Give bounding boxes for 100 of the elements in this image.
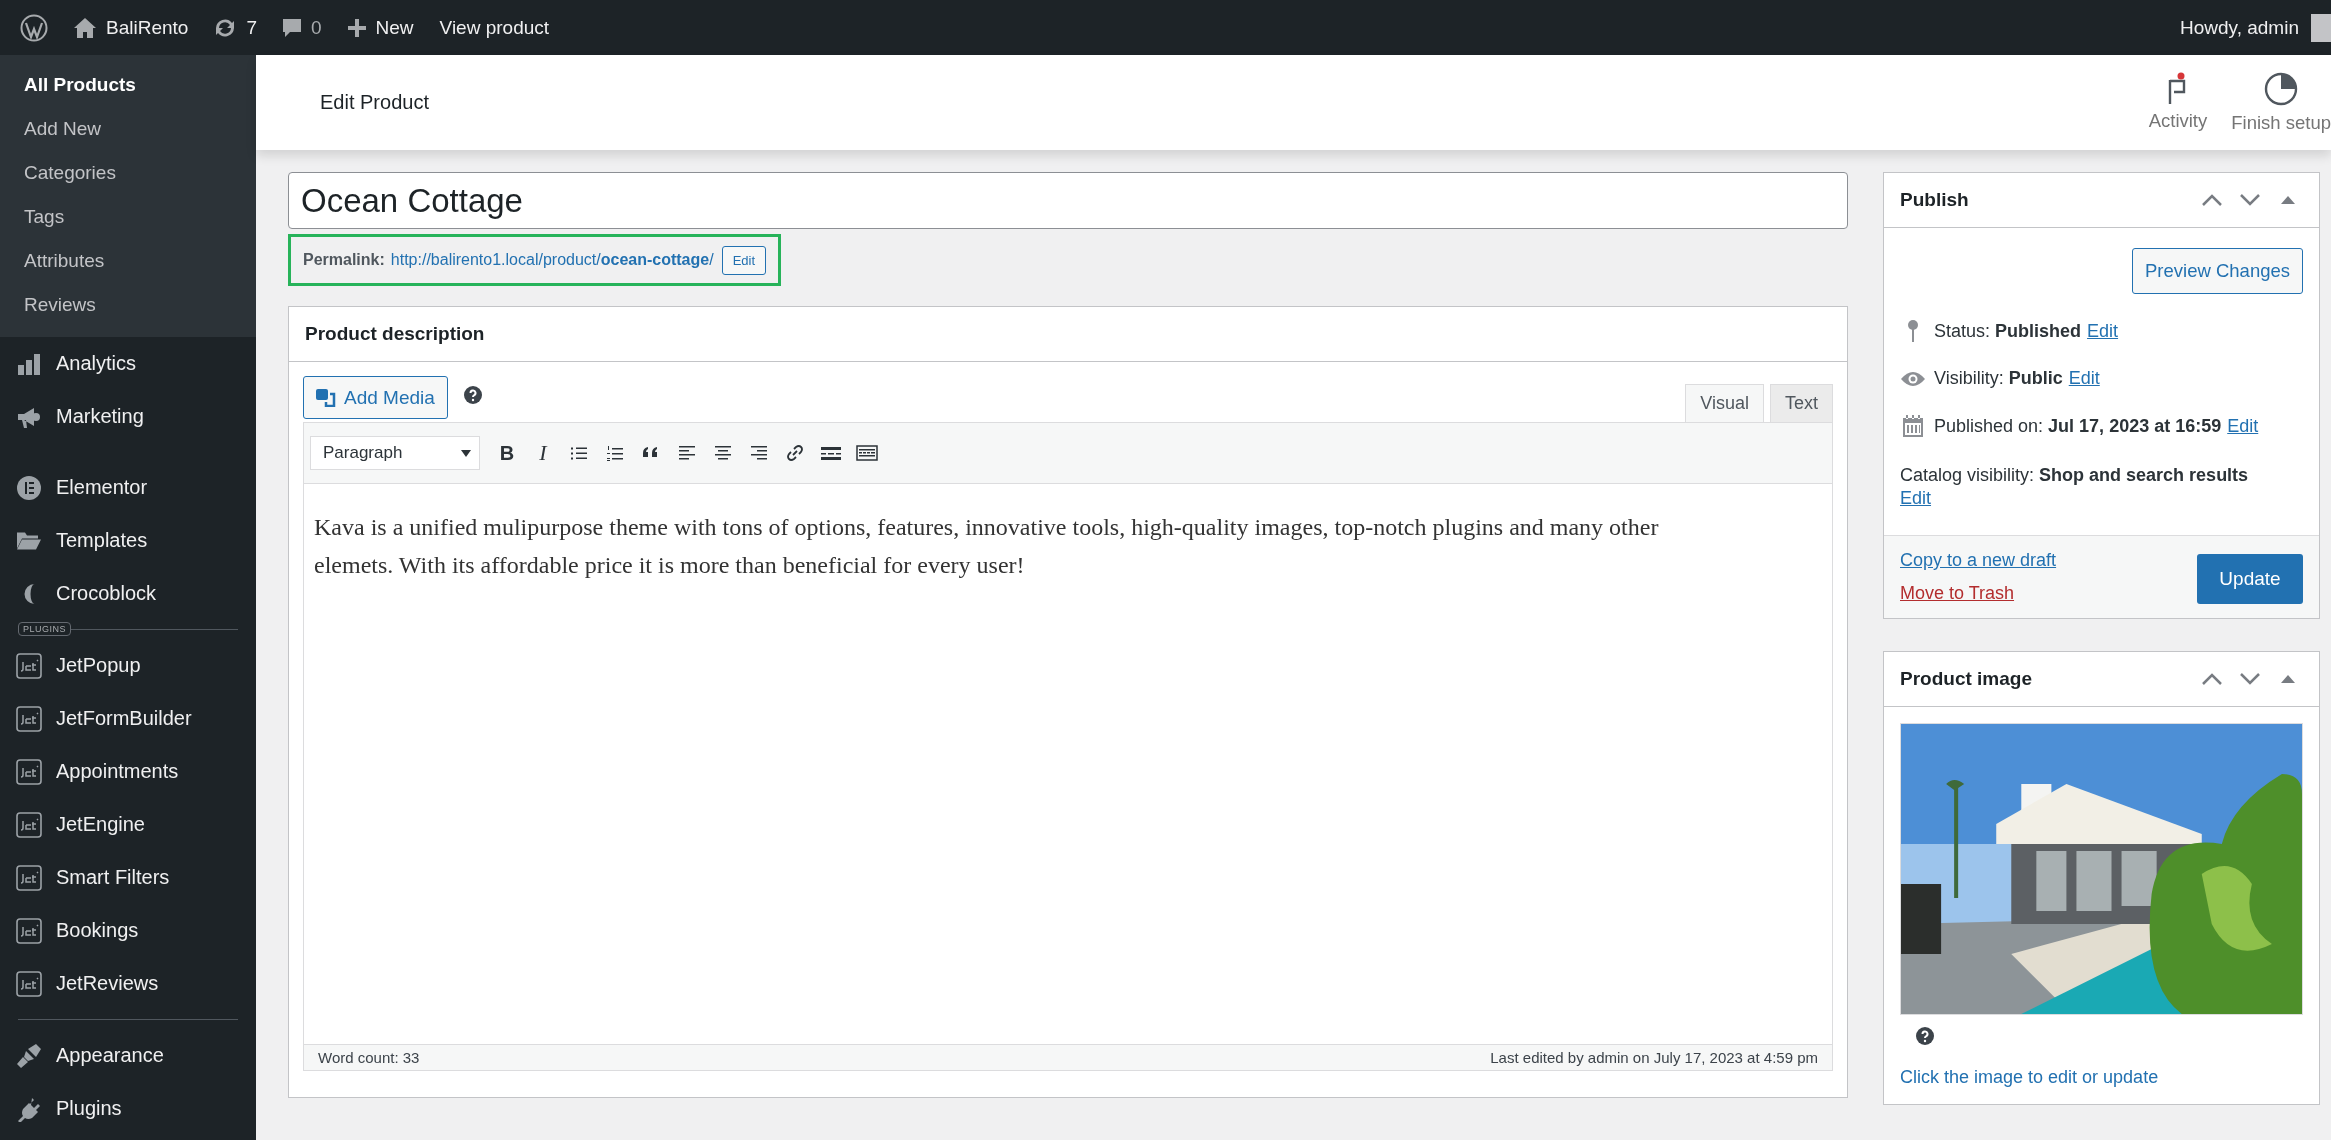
edit-link[interactable]: Edit [2227, 415, 2259, 437]
plugin-logo-icon [16, 864, 42, 891]
sidebar-item[interactable]: Plugins [0, 1082, 256, 1135]
move-to-trash-link[interactable]: Move to Trash [1900, 583, 2057, 604]
sidebar-item[interactable]: Elementor [0, 461, 256, 514]
editor-tab[interactable]: Visual [1685, 384, 1764, 422]
updates-link[interactable]: 7 [214, 16, 257, 39]
box-title: Publish [1900, 189, 1969, 211]
help-icon [463, 386, 482, 404]
link-icon [787, 445, 803, 461]
pie-chart-icon [2264, 71, 2299, 106]
title-field[interactable]: Ocean Cottage [288, 172, 1848, 229]
triangle-up-icon [2281, 675, 2295, 683]
sidebar-item[interactable]: Smart Filters [0, 851, 256, 904]
preview-changes-button[interactable]: Preview Changes [2132, 248, 2303, 294]
submenu-item[interactable]: Tags [0, 195, 256, 239]
word-count: Word count: 33 [318, 1049, 420, 1066]
publish-info-text: Catalog visibility: Shop and search results [1900, 465, 2249, 486]
flag-icon [2167, 71, 2188, 104]
format-dropdown[interactable]: Paragraph [310, 436, 480, 470]
caret-icon [461, 449, 471, 457]
sidebar-item[interactable]: JetPopup [0, 639, 256, 692]
add-media-button[interactable]: Add Media [303, 376, 448, 419]
submenu-item[interactable]: Add New [0, 107, 256, 151]
sidebar-item[interactable]: Bookings [0, 904, 256, 957]
bulleted-list-icon [571, 446, 587, 460]
triangle-up-icon [2281, 196, 2295, 204]
plugin-logo-icon [16, 652, 42, 679]
new-content-link[interactable]: New [347, 16, 414, 39]
submenu-item[interactable]: Reviews [0, 283, 256, 327]
numbered-list-icon [607, 445, 623, 461]
edit-link[interactable]: Edit [2068, 368, 2100, 389]
eye-icon [1900, 370, 1926, 387]
quote-icon [642, 447, 660, 459]
edit-link[interactable]: Edit [2087, 320, 2119, 342]
crescent-icon [22, 582, 36, 605]
plugin-logo-icon [16, 970, 42, 997]
align-left-icon [679, 446, 695, 460]
media-icon [316, 388, 336, 407]
wordpress-logo-icon [20, 13, 48, 42]
chevron-up-icon [2202, 194, 2222, 206]
sidebar-item[interactable]: JetFormBuilder [0, 692, 256, 745]
elementor-icon [16, 474, 42, 501]
sidebar-item[interactable]: JetReviews [0, 957, 256, 1010]
finish-setup-button[interactable]: Finish setup [2231, 71, 2331, 134]
description-text: Kava is a unified mulipurpose theme with tons of options, features, innovative tools, high-quality images, top-notch plugins and many other elemets. With its affordable price it is more than beneficial for every user! [314, 513, 1660, 580]
image-hint-text: Click the image to edit or update [1900, 1067, 2160, 1088]
plug-icon [16, 1095, 42, 1122]
sidebar-item[interactable]: JetEngine [0, 798, 256, 851]
sidebar-item[interactable]: Appointments [0, 745, 256, 798]
bold-button[interactable]: B [492, 436, 522, 470]
folder-icon [16, 530, 42, 551]
chevron-up-icon [2202, 673, 2222, 685]
section-label: PLUGINS [18, 622, 71, 636]
permalink-label: Permalink: [303, 251, 385, 269]
view-product-link[interactable]: View product [439, 16, 550, 39]
italic-button[interactable]: I [528, 436, 558, 470]
keyboard-icon [856, 445, 878, 461]
publish-info-text: Visibility: Public [1934, 368, 2063, 389]
calendar-icon [1903, 415, 1923, 437]
plugin-logo-icon [16, 811, 42, 838]
submenu-item[interactable]: Categories [0, 151, 256, 195]
read-more-icon [821, 446, 841, 460]
sidebar-item[interactable]: Marketing [0, 390, 256, 443]
pin-icon [1907, 320, 1919, 342]
update-button[interactable]: Update [2197, 554, 2303, 604]
site-name-link[interactable]: BaliRento [74, 16, 189, 39]
sidebar-item[interactable]: Templates [0, 514, 256, 567]
bar-chart-icon [16, 352, 42, 375]
publish-info-text: Status: Published [1934, 320, 2082, 342]
edit-permalink-button[interactable]: Edit [721, 245, 767, 275]
activity-button[interactable]: Activity [2148, 71, 2208, 134]
comments-link[interactable]: 0 [282, 16, 322, 39]
permalink-link[interactable]: http://balirento1.local/product/ocean-cottage/ [390, 251, 714, 269]
sidebar-item[interactable]: Appearance [0, 1029, 256, 1082]
help-icon [1916, 1027, 1934, 1045]
paintbrush-icon [16, 1042, 42, 1069]
last-edited-text: Last edited by admin on July 17, 2023 at 4:59 pm [1490, 1049, 1818, 1066]
edit-link[interactable]: Edit [1900, 488, 2303, 509]
plugin-logo-icon [16, 917, 42, 944]
account-menu[interactable]: Howdy, admin [2180, 13, 2331, 42]
speech-bubble-icon [282, 18, 301, 37]
editor-tab[interactable]: Text [1770, 384, 1833, 422]
sidebar-item[interactable]: Analytics [0, 337, 256, 390]
chevron-down-icon [2240, 194, 2260, 206]
plugin-logo-icon [16, 758, 42, 785]
refresh-icon [214, 18, 237, 37]
plugin-logo-icon [16, 705, 42, 732]
page-title: Edit Product [320, 91, 429, 114]
sidebar-item[interactable]: Crocoblock [0, 567, 256, 620]
submenu-item[interactable]: All Products [0, 63, 256, 107]
house-icon [74, 17, 96, 38]
box-title: Product description [305, 323, 485, 345]
copy-draft-link[interactable]: Copy to a new draft [1900, 550, 2057, 571]
chevron-down-icon [2240, 673, 2260, 685]
submenu-item[interactable]: Attributes [0, 239, 256, 283]
align-right-icon [751, 446, 767, 460]
align-center-icon [715, 446, 731, 460]
plus-icon [347, 18, 366, 37]
publish-info-text: Published on: Jul 17, 2023 at 16:59 [1934, 415, 2222, 437]
